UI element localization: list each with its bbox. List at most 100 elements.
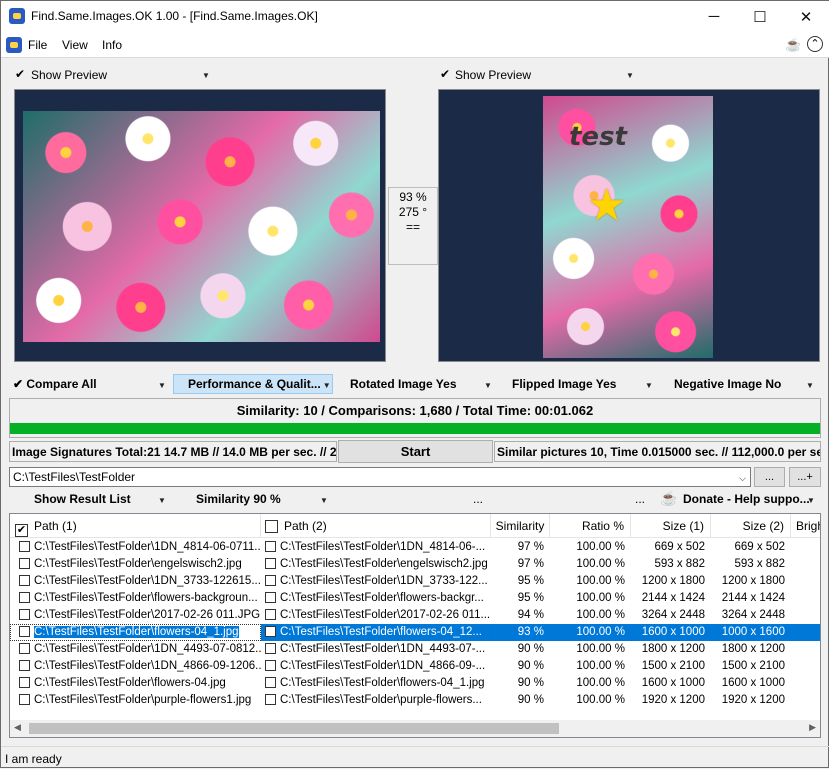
- negative-dropdown-icon[interactable]: ▼: [806, 381, 814, 390]
- rotated-dropdown-icon[interactable]: ▼: [484, 381, 492, 390]
- row-checkbox[interactable]: [265, 592, 276, 603]
- row-checkbox[interactable]: [265, 558, 276, 569]
- more-options-b[interactable]: ...: [635, 492, 645, 506]
- add-folder-button[interactable]: ...+: [789, 467, 821, 487]
- cell-text: 669 x 502: [654, 541, 705, 553]
- row-checkbox[interactable]: [265, 541, 276, 552]
- cell-text: 93 %: [517, 626, 544, 638]
- row-checkbox[interactable]: [19, 626, 30, 637]
- row-checkbox[interactable]: [265, 609, 276, 620]
- show-result-list-option[interactable]: Show Result List: [34, 492, 131, 506]
- select-all-check-icon[interactable]: ✔: [15, 524, 28, 537]
- row-checkbox[interactable]: [265, 694, 276, 705]
- flipped-image-option[interactable]: Flipped Image Yes: [512, 377, 616, 391]
- table-row[interactable]: C:\TestFiles\TestFolder\1DN_4866-09-1206…: [10, 658, 820, 675]
- similarity-threshold-option[interactable]: Similarity 90 %: [196, 492, 281, 506]
- cell-p1: C:\TestFiles\TestFolder\1DN_4814-06-0711…: [10, 539, 261, 556]
- right-preview-panel[interactable]: test ★: [438, 89, 820, 362]
- table-row[interactable]: C:\TestFiles\TestFolder\flowers-backgrou…: [10, 590, 820, 607]
- header-similarity[interactable]: Similarity: [491, 514, 550, 538]
- cell-s2: 2144 x 1424: [711, 590, 791, 607]
- row-checkbox[interactable]: [19, 643, 30, 654]
- comparison-info-box: 93 % 275 ° ==: [388, 187, 438, 265]
- compare-all-option[interactable]: ✔ Compare All: [13, 377, 97, 391]
- collapse-icon[interactable]: ⌃: [807, 36, 823, 52]
- left-preview-label[interactable]: Show Preview: [31, 68, 107, 82]
- flipped-dropdown-icon[interactable]: ▼: [645, 381, 653, 390]
- left-preview-dropdown-icon[interactable]: ▼: [202, 71, 210, 80]
- row-checkbox[interactable]: [265, 626, 276, 637]
- donate-option[interactable]: Donate - Help suppo...: [683, 492, 810, 506]
- performance-dropdown[interactable]: Performance & Qualit... ▼: [173, 374, 333, 394]
- row-checkbox[interactable]: [19, 694, 30, 705]
- minimize-button[interactable]: ─: [691, 1, 737, 32]
- left-preview-panel[interactable]: [14, 89, 386, 362]
- table-row[interactable]: C:\TestFiles\TestFolder\1DN_4814-06-0711…: [10, 539, 820, 556]
- compare-all-dropdown-icon[interactable]: ▼: [158, 381, 166, 390]
- cell-sim: 93 %: [491, 624, 550, 641]
- signatures-status: Image Signatures Total:21 14.7 MB // 14.…: [9, 441, 337, 462]
- folder-path-input[interactable]: C:\TestFiles\TestFolder ⌵: [9, 467, 751, 487]
- donate-coffee-icon[interactable]: ☕: [660, 490, 677, 507]
- menu-view[interactable]: View: [62, 38, 88, 52]
- cell-p1: C:\TestFiles\TestFolder\1DN_4866-09-1206…: [10, 658, 261, 675]
- start-button[interactable]: Start: [338, 440, 493, 463]
- table-row[interactable]: C:\TestFiles\TestFolder\flowers-04.jpg C:…: [10, 675, 820, 692]
- maximize-button[interactable]: ☐: [737, 1, 783, 32]
- row-checkbox[interactable]: [265, 660, 276, 671]
- row-checkbox[interactable]: [19, 609, 30, 620]
- cell-ratio: 100.00 %: [550, 624, 631, 641]
- table-row[interactable]: C:\TestFiles\TestFolder\purple-flowers1.…: [10, 692, 820, 709]
- path-dropdown-icon[interactable]: ⌵: [739, 473, 746, 484]
- select-all2-check-icon[interactable]: [265, 520, 278, 533]
- cell-text: 1600 x 1000: [641, 677, 705, 689]
- cell-p1: C:\TestFiles\TestFolder\flowers-04_1.jpg: [10, 624, 261, 641]
- rotated-image-option[interactable]: Rotated Image Yes: [350, 377, 457, 391]
- row-checkbox[interactable]: [265, 677, 276, 688]
- scroll-left-icon[interactable]: ◀: [14, 722, 21, 733]
- cell-p1: C:\TestFiles\TestFolder\engelswisch2.jpg: [10, 556, 261, 573]
- row-checkbox[interactable]: [19, 677, 30, 688]
- scrollbar-thumb[interactable]: [29, 723, 559, 734]
- header-path2[interactable]: Path (2): [261, 514, 491, 538]
- header-size2[interactable]: Size (2): [711, 514, 791, 538]
- row-checkbox[interactable]: [19, 592, 30, 603]
- browse-button[interactable]: ...: [754, 467, 785, 487]
- header-path1[interactable]: ✔ Path (1): [10, 514, 261, 538]
- table-row[interactable]: C:\TestFiles\TestFolder\2017-02-26 011.J…: [10, 607, 820, 624]
- row-checkbox[interactable]: [19, 541, 30, 552]
- table-row[interactable]: C:\TestFiles\TestFolder\1DN_4493-07-0812…: [10, 641, 820, 658]
- cell-text: 1500 x 2100: [641, 660, 705, 672]
- right-preview-image: test ★: [543, 96, 713, 358]
- menu-info[interactable]: Info: [102, 38, 122, 52]
- result-list-dropdown-icon[interactable]: ▼: [158, 496, 166, 505]
- donate-dropdown-icon[interactable]: ▼: [807, 496, 815, 505]
- table-row[interactable]: C:\TestFiles\TestFolder\flowers-04_1.jpg…: [10, 624, 820, 641]
- header-ratio[interactable]: Ratio %: [550, 514, 631, 538]
- menu-file[interactable]: File: [28, 38, 47, 52]
- coffee-icon[interactable]: ☕: [785, 37, 801, 53]
- scroll-right-icon[interactable]: ▶: [809, 722, 816, 733]
- equal-indicator: ==: [405, 220, 420, 234]
- negative-image-option[interactable]: Negative Image No: [674, 377, 781, 391]
- row-checkbox[interactable]: [19, 558, 30, 569]
- right-preview-check-icon[interactable]: ✔: [440, 67, 450, 81]
- header-brightness[interactable]: Brigh: [791, 514, 820, 538]
- row-checkbox[interactable]: [19, 660, 30, 671]
- close-button[interactable]: ✕: [783, 1, 829, 32]
- header-size1[interactable]: Size (1): [631, 514, 711, 538]
- table-row[interactable]: C:\TestFiles\TestFolder\1DN_3733-122615.…: [10, 573, 820, 590]
- more-options-a[interactable]: ...: [473, 492, 483, 506]
- results-table[interactable]: ✔ Path (1) Path (2) Similarity Ratio % Si…: [9, 513, 821, 738]
- table-row[interactable]: C:\TestFiles\TestFolder\engelswisch2.jpg…: [10, 556, 820, 573]
- right-preview-label[interactable]: Show Preview: [455, 68, 531, 82]
- similarity-dropdown-icon[interactable]: ▼: [320, 496, 328, 505]
- app-menu-icon[interactable]: [6, 37, 22, 53]
- right-preview-dropdown-icon[interactable]: ▼: [626, 71, 634, 80]
- progress-bar: [10, 423, 820, 434]
- horizontal-scrollbar[interactable]: ◀ ▶: [10, 720, 820, 737]
- row-checkbox[interactable]: [265, 575, 276, 586]
- row-checkbox[interactable]: [265, 643, 276, 654]
- row-checkbox[interactable]: [19, 575, 30, 586]
- left-preview-check-icon[interactable]: ✔: [15, 67, 25, 81]
